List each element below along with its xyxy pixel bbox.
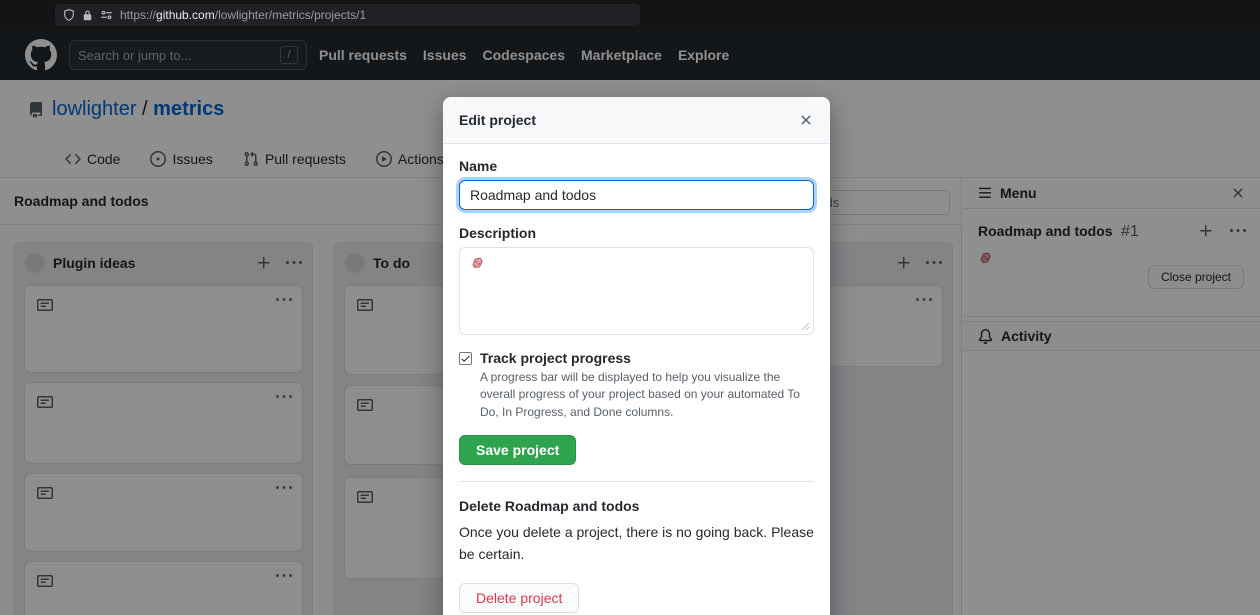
url-field[interactable]: https://github.com/lowlighter/metrics/pr… xyxy=(55,4,640,26)
description-label: Description xyxy=(459,225,814,241)
delete-warning-text: Once you delete a project, there is no g… xyxy=(459,522,814,565)
save-project-button[interactable]: Save project xyxy=(459,435,576,465)
track-progress-checkbox[interactable] xyxy=(459,352,472,365)
track-progress-label[interactable]: Track project progress xyxy=(480,350,631,366)
url-text: https://github.com/lowlighter/metrics/pr… xyxy=(120,8,366,22)
resize-grip[interactable] xyxy=(801,322,810,331)
shield-icon[interactable] xyxy=(63,9,75,21)
divider xyxy=(459,481,814,482)
track-progress-help: A progress bar will be displayed to help… xyxy=(480,369,814,421)
delete-heading: Delete Roadmap and todos xyxy=(459,498,814,514)
permissions-icon[interactable] xyxy=(100,9,113,21)
close-modal-icon[interactable] xyxy=(798,112,814,128)
name-label: Name xyxy=(459,158,814,174)
modal-title: Edit project xyxy=(459,112,798,128)
project-description-textarea[interactable] xyxy=(459,247,814,335)
lock-icon[interactable] xyxy=(82,9,93,21)
project-name-input[interactable] xyxy=(459,180,814,210)
app-root: https://github.com/lowlighter/metrics/pr… xyxy=(0,0,1260,615)
delete-project-button[interactable]: Delete project xyxy=(459,583,579,613)
modal-header: Edit project xyxy=(443,97,830,144)
meat-emoji xyxy=(470,256,803,271)
browser-address-bar: https://github.com/lowlighter/metrics/pr… xyxy=(0,0,1260,30)
edit-project-modal: Edit project Name Description Track proj… xyxy=(443,97,830,615)
